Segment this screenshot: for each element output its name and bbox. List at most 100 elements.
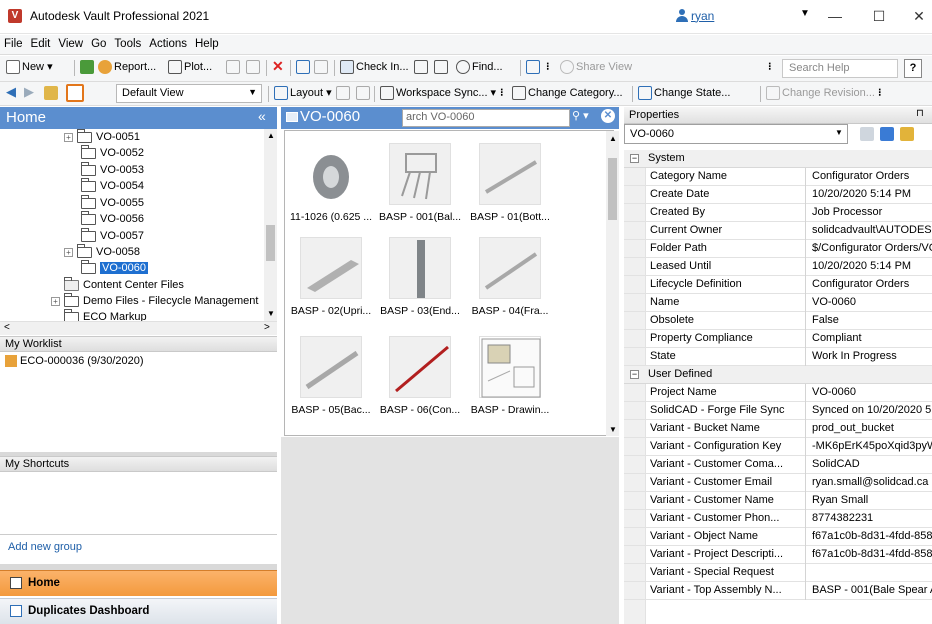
file-name[interactable]: BASP - 001(Bal...	[374, 211, 466, 223]
tree-item-vo-0052[interactable]: VO-0052	[81, 144, 144, 161]
property-row[interactable]: State Work In Progress	[624, 348, 932, 366]
tree-item-vo-0053[interactable]: VO-0053	[81, 161, 144, 178]
file-thumbnail[interactable]	[479, 336, 541, 398]
print-preview-icon[interactable]	[246, 60, 262, 74]
grid-scroll-thumb[interactable]	[608, 158, 617, 220]
worklist-item[interactable]: ECO-000036 (9/30/2020)	[5, 355, 144, 368]
tree-item-eco-markup[interactable]: ECO Markup	[64, 308, 147, 321]
property-row[interactable]: Variant - Configuration Key -MK6pErK45poX…	[624, 438, 932, 456]
nav-home-button[interactable]: Home	[0, 570, 277, 596]
refresh-icon[interactable]	[80, 60, 96, 74]
tree-item-vo-0051[interactable]: + VO-0051	[64, 129, 140, 145]
scroll-up-icon[interactable]: ▲	[609, 134, 617, 143]
add-property-icon[interactable]	[880, 127, 894, 141]
property-row[interactable]: Name VO-0060	[624, 294, 932, 312]
menu-file[interactable]: File	[0, 35, 27, 50]
menu-actions[interactable]: Actions	[145, 35, 191, 50]
property-row[interactable]: Variant - Customer Name Ryan Small	[624, 492, 932, 510]
file-name[interactable]: BASP - 04(Fra...	[464, 305, 556, 317]
menu-tools[interactable]: Tools	[110, 35, 145, 50]
property-row[interactable]: Obsolete False	[624, 312, 932, 330]
property-row[interactable]: Variant - Special Request	[624, 564, 932, 582]
tree-item-vo-0060[interactable]: VO-0060	[81, 259, 149, 276]
close-button[interactable]: ✕	[904, 5, 932, 27]
pin-icon[interactable]: ⊓	[916, 108, 924, 119]
group-user-defined[interactable]: − User Defined	[624, 366, 932, 384]
toolbar-overflow-icon-2[interactable]: ⁝	[768, 60, 772, 73]
user-name[interactable]: ryan	[691, 9, 714, 23]
property-row[interactable]: Created By Job Processor	[624, 204, 932, 222]
toolbar-overflow-icon-4[interactable]: ⁝	[878, 86, 882, 99]
property-row[interactable]: Folder Path$/Configurator Orders/VO-0...	[624, 240, 932, 258]
property-row[interactable]: Variant - Object Name f67a1c0b-8d31-4fdd-…	[624, 528, 932, 546]
tree-scroll-thumb[interactable]	[266, 225, 275, 261]
property-row[interactable]: Property Compliance Compliant	[624, 330, 932, 348]
list-view-icon[interactable]	[336, 86, 352, 100]
property-row[interactable]: Variant - Top Assembly N... BASP - 001(Ba…	[624, 582, 932, 600]
property-row[interactable]: Variant - Customer Phon... 8774382231	[624, 510, 932, 528]
property-row[interactable]: Lifecycle Definition Configurator Orders	[624, 276, 932, 294]
workspace-sync-button[interactable]: Workspace Sync... ▾	[380, 86, 496, 101]
file-name[interactable]: BASP - 05(Bac...	[285, 404, 377, 416]
menu-view[interactable]: View	[54, 35, 87, 50]
scroll-down-icon[interactable]: ▼	[267, 309, 275, 318]
nav-duplicates-dashboard-button[interactable]: Duplicates Dashboard	[0, 598, 277, 624]
tree-item-vo-0057[interactable]: VO-0057	[81, 227, 144, 244]
expand-icon[interactable]: +	[64, 247, 73, 257]
file-thumbnail[interactable]	[389, 143, 451, 205]
file-thumbnail[interactable]	[389, 237, 451, 299]
menu-edit[interactable]: Edit	[27, 35, 55, 50]
report-button[interactable]: Report...	[98, 60, 156, 74]
view-select[interactable]: Default View ▼	[116, 84, 262, 103]
file-name[interactable]: BASP - 06(Con...	[374, 404, 466, 416]
user-dropdown-icon[interactable]: ▼	[800, 8, 810, 19]
file-thumbnail[interactable]	[479, 143, 541, 205]
property-row[interactable]: Variant - Customer Coma... SolidCAD	[624, 456, 932, 474]
property-row[interactable]: Project Name VO-0060	[624, 384, 932, 402]
tree-horizontal-scrollbar[interactable]	[0, 321, 277, 335]
property-row[interactable]: Current Ownersolidcadvault\AUTODESKVA...	[624, 222, 932, 240]
toolbar-overflow-icon[interactable]: ⁝	[546, 60, 550, 73]
group-system[interactable]: − System	[624, 150, 932, 168]
collapse-icon[interactable]: −	[630, 154, 639, 163]
show-details-icon[interactable]	[66, 84, 86, 102]
property-row[interactable]: Variant - Customer Email ryan.small@solid…	[624, 474, 932, 492]
check-out-icon[interactable]	[414, 60, 430, 74]
property-row[interactable]: Category Name Configurator Orders	[624, 168, 932, 186]
menu-help[interactable]: Help	[191, 35, 223, 50]
tree-item-demo-files[interactable]: + Demo Files - Filecycle Management	[51, 292, 258, 309]
change-revision-button[interactable]: Change Revision...	[766, 86, 875, 100]
file-thumbnail[interactable]	[479, 237, 541, 299]
property-row[interactable]: Variant - Project Descripti... f67a1c0b-8…	[624, 546, 932, 564]
chevron-down-icon[interactable]: ▼	[835, 128, 843, 137]
where-used-icon[interactable]	[526, 60, 542, 74]
property-row[interactable]: Create Date 10/20/2020 5:14 PM	[624, 186, 932, 204]
change-state-button[interactable]: Change State...	[638, 86, 730, 100]
tree-item-vo-0054[interactable]: VO-0054	[81, 177, 144, 194]
delete-icon[interactable]: ✕	[272, 58, 284, 75]
file-thumbnail[interactable]	[300, 237, 362, 299]
tree-item-vo-0055[interactable]: VO-0055	[81, 194, 144, 211]
file-name[interactable]: BASP - 01(Bott...	[464, 211, 556, 223]
new-button[interactable]: New ▾	[6, 60, 53, 75]
share-view-button[interactable]: Share View	[560, 60, 632, 74]
remove-property-icon[interactable]	[860, 127, 874, 141]
search-help-input[interactable]: Search Help	[782, 59, 898, 78]
check-in-button[interactable]: Check In...	[340, 60, 409, 74]
up-folder-icon[interactable]	[44, 86, 60, 100]
file-name[interactable]: BASP - Drawin...	[464, 404, 556, 416]
file-thumbnail[interactable]	[300, 143, 362, 205]
collapse-icon[interactable]: −	[630, 370, 639, 379]
menu-go[interactable]: Go	[87, 35, 110, 50]
icon-view-icon[interactable]	[356, 86, 372, 100]
help-button[interactable]: ?	[904, 59, 922, 78]
scroll-up-icon[interactable]: ▲	[267, 131, 275, 140]
scroll-left-icon[interactable]: <	[4, 322, 10, 333]
file-thumbnail[interactable]	[389, 336, 451, 398]
expand-icon[interactable]: +	[51, 296, 60, 306]
plot-button[interactable]: Plot...	[168, 60, 212, 74]
layout-button[interactable]: Layout ▾	[274, 86, 332, 101]
search-options-icon[interactable]: ⚲ ▾	[572, 109, 589, 122]
toolbar-overflow-icon-3[interactable]: ⁝	[500, 86, 504, 99]
tree-item-vo-0056[interactable]: VO-0056	[81, 210, 144, 227]
